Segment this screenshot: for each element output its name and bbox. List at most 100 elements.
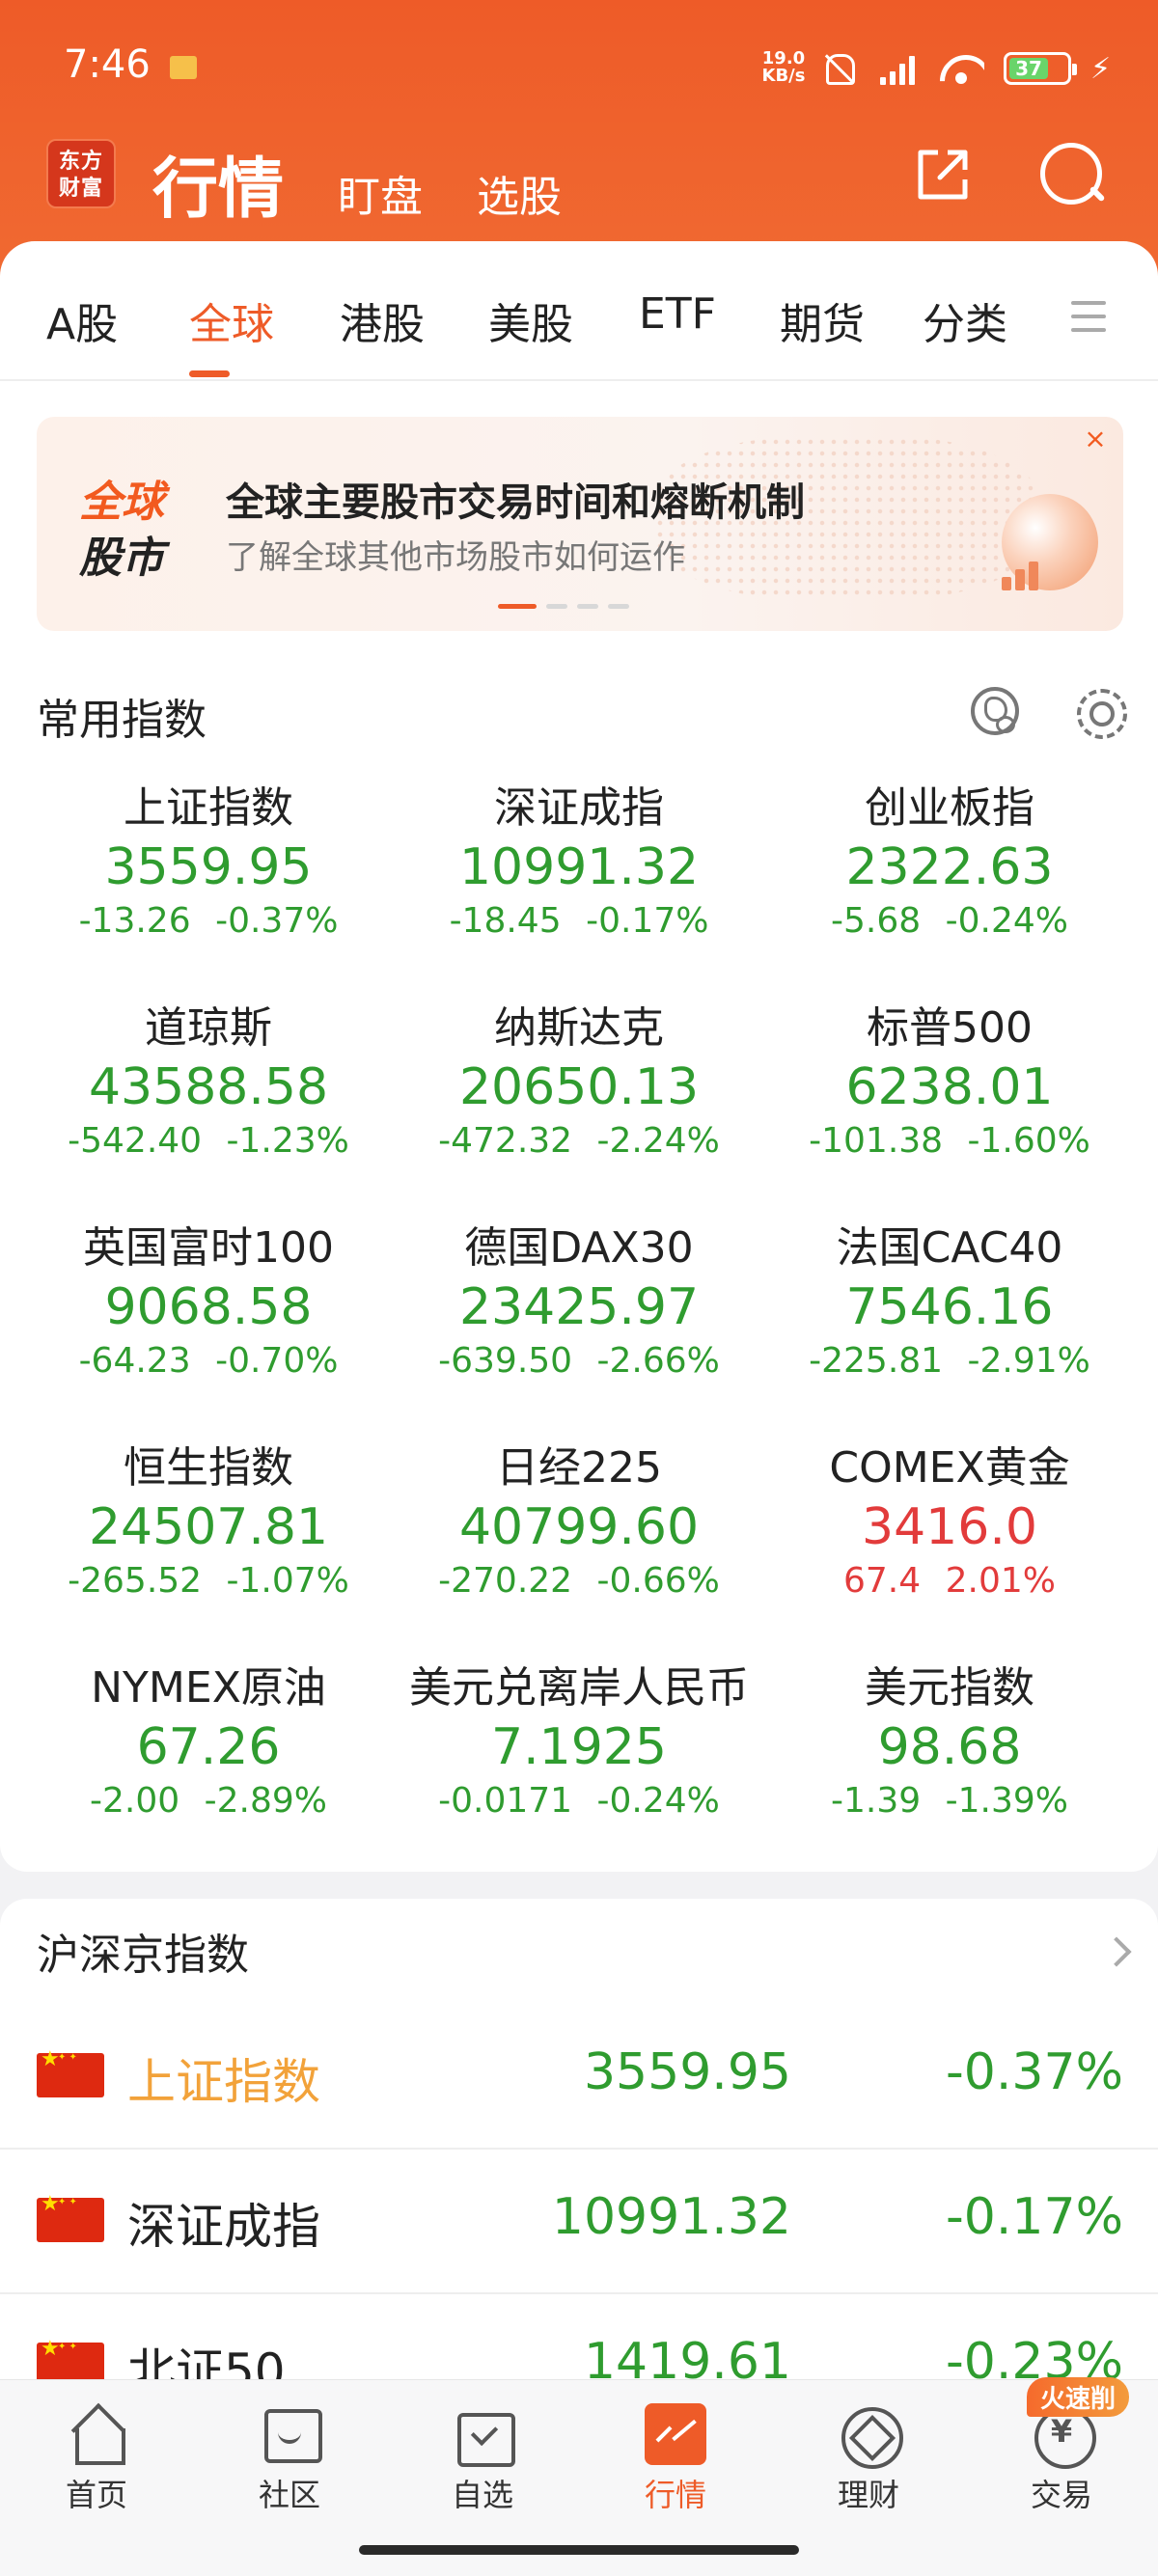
- index-name: 德国DAX30: [464, 1223, 694, 1273]
- index-row-price: 3559.95: [583, 2043, 791, 2101]
- index-row[interactable]: 深证成指 10991.32 -0.17%: [0, 2150, 1158, 2294]
- banner-title: 全球主要股市交易时间和熔断机制: [226, 480, 805, 525]
- market-card: A股 全球 港股 美股 ETF 期货 分类 全球 股市 全球主要股市交易时间和熔…: [0, 241, 1158, 1872]
- index-price: 20650.13: [458, 1058, 700, 1116]
- index-change-value: -639.50: [438, 1341, 573, 1381]
- index-cell[interactable]: 美元指数 98.68 -1.39 -1.39%: [764, 1661, 1135, 1823]
- menu-icon[interactable]: [1071, 299, 1106, 334]
- nav-wealth[interactable]: 理财: [772, 2403, 965, 2515]
- index-row-name: 深证成指: [127, 2199, 320, 2255]
- common-indices-title: 常用指数: [37, 696, 207, 745]
- china-flag-icon: [37, 2047, 104, 2097]
- index-change-pct: -0.37%: [215, 901, 339, 941]
- tab-a-shares[interactable]: A股: [46, 289, 118, 351]
- watch-tab[interactable]: 盯盘: [338, 162, 423, 224]
- index-change: -64.23 -0.70%: [23, 1339, 394, 1384]
- status-bar: 7:46 19.0 KB/s 37 ⚡: [0, 0, 1158, 125]
- index-cell[interactable]: 上证指数 3559.95 -13.26 -0.37%: [23, 781, 394, 944]
- index-change: -542.40 -1.23%: [23, 1119, 394, 1164]
- banner-tag-line1: 全球: [79, 478, 164, 527]
- index-price: 43588.58: [88, 1058, 329, 1116]
- nav-watchlist[interactable]: 自选: [386, 2403, 579, 2515]
- pager-dot: [577, 604, 598, 609]
- nav-home[interactable]: 首页: [0, 2403, 193, 2515]
- index-cell[interactable]: 德国DAX30 23425.97 -639.50 -2.66%: [394, 1221, 764, 1384]
- index-change-value: -0.0171: [438, 1781, 573, 1821]
- index-change-value: -225.81: [809, 1341, 944, 1381]
- index-cell[interactable]: NYMEX原油 67.26 -2.00 -2.89%: [23, 1661, 394, 1823]
- index-change-pct: -0.70%: [215, 1341, 339, 1381]
- pager-dot-active: [498, 604, 537, 609]
- index-cell[interactable]: 法国CAC40 7546.16 -225.81 -2.91%: [764, 1221, 1135, 1384]
- index-change-pct: -1.07%: [226, 1561, 349, 1601]
- share-icon[interactable]: [913, 145, 973, 205]
- index-price: 24507.81: [88, 1498, 329, 1556]
- home-indicator[interactable]: [359, 2545, 799, 2555]
- app-logo[interactable]: 东方 财富: [46, 139, 116, 208]
- index-name: 英国富时100: [83, 1223, 334, 1273]
- index-cell[interactable]: 日经225 40799.60 -270.22 -0.66%: [394, 1441, 764, 1603]
- search-icon[interactable]: [1038, 141, 1106, 208]
- index-change-pct: -1.39%: [945, 1781, 1068, 1821]
- index-change: 67.4 2.01%: [764, 1559, 1135, 1603]
- chevron-right-icon[interactable]: [1101, 1936, 1132, 1967]
- index-change-value: -542.40: [68, 1121, 203, 1161]
- nav-watchlist-label: 自选: [451, 2477, 513, 2513]
- globe-icon[interactable]: [971, 687, 1019, 735]
- nav-community[interactable]: 社区: [193, 2403, 386, 2515]
- tab-futures[interactable]: 期货: [780, 289, 865, 351]
- index-cell[interactable]: 恒生指数 24507.81 -265.52 -1.07%: [23, 1441, 394, 1603]
- index-change-pct: -1.60%: [967, 1121, 1090, 1161]
- market-tabs: A股 全球 港股 美股 ETF 期货 分类: [0, 241, 1158, 381]
- index-price: 9068.58: [104, 1278, 313, 1336]
- hs-indices-section: 沪深京指数 上证指数 3559.95 -0.37% 深证成指 10991.32 …: [0, 1899, 1158, 2399]
- status-icons: 37 ⚡: [820, 46, 1111, 91]
- index-row[interactable]: 上证指数 3559.95 -0.37%: [0, 2005, 1158, 2150]
- banner-subtitle: 了解全球其他市场股市如何运作: [226, 538, 685, 577]
- banner-pager: [498, 594, 639, 609]
- index-change-value: -472.32: [438, 1121, 573, 1161]
- tab-global[interactable]: 全球: [189, 289, 274, 351]
- settings-icon[interactable]: [1073, 685, 1127, 739]
- index-name: 标普500: [867, 1003, 1033, 1053]
- index-price: 98.68: [877, 1718, 1022, 1776]
- index-cell[interactable]: COMEX黄金 3416.0 67.4 2.01%: [764, 1441, 1135, 1603]
- index-change: -1.39 -1.39%: [764, 1779, 1135, 1823]
- index-change-pct: -2.24%: [596, 1121, 720, 1161]
- index-change: -2.00 -2.89%: [23, 1779, 394, 1823]
- index-change: -0.0171 -0.24%: [394, 1779, 764, 1823]
- index-cell[interactable]: 美元兑离岸人民币 7.1925 -0.0171 -0.24%: [394, 1661, 764, 1823]
- hs-indices-title[interactable]: 沪深京指数: [37, 1920, 249, 1982]
- tab-hk[interactable]: 港股: [340, 289, 425, 351]
- index-price: 3559.95: [104, 838, 313, 896]
- index-name: 深证成指: [494, 783, 664, 833]
- index-change: -265.52 -1.07%: [23, 1559, 394, 1603]
- index-cell[interactable]: 纳斯达克 20650.13 -472.32 -2.24%: [394, 1001, 764, 1164]
- nav-trade[interactable]: 交易: [965, 2403, 1158, 2515]
- page-title[interactable]: 行情: [152, 135, 284, 231]
- nav-market-label: 行情: [644, 2477, 706, 2513]
- index-cell[interactable]: 深证成指 10991.32 -18.45 -0.17%: [394, 781, 764, 944]
- index-change-pct: 2.01%: [945, 1561, 1056, 1601]
- index-change-value: -101.38: [809, 1121, 944, 1161]
- index-name: COMEX黄金: [829, 1443, 1070, 1493]
- banner-close-icon[interactable]: ×: [1081, 425, 1110, 453]
- index-cell[interactable]: 道琼斯 43588.58 -542.40 -1.23%: [23, 1001, 394, 1164]
- index-change: -225.81 -2.91%: [764, 1339, 1135, 1384]
- index-price: 7546.16: [845, 1278, 1054, 1336]
- index-row-price: 10991.32: [551, 2188, 791, 2246]
- index-change-value: -18.45: [449, 901, 562, 941]
- index-cell[interactable]: 创业板指 2322.63 -5.68 -0.24%: [764, 781, 1135, 944]
- index-name: 纳斯达克: [494, 1003, 664, 1053]
- nav-home-label: 首页: [65, 2477, 127, 2513]
- index-cell[interactable]: 标普500 6238.01 -101.38 -1.60%: [764, 1001, 1135, 1164]
- tab-etf[interactable]: ETF: [639, 289, 716, 339]
- index-price: 10991.32: [458, 838, 700, 896]
- tab-category[interactable]: 分类: [923, 289, 1007, 351]
- nav-market[interactable]: 行情: [579, 2403, 772, 2515]
- china-flag-icon: [37, 2192, 104, 2242]
- tab-us[interactable]: 美股: [488, 289, 573, 351]
- nav-community-label: 社区: [258, 2477, 320, 2513]
- index-cell[interactable]: 英国富时100 9068.58 -64.23 -0.70%: [23, 1221, 394, 1384]
- stock-picker-tab[interactable]: 选股: [477, 162, 562, 224]
